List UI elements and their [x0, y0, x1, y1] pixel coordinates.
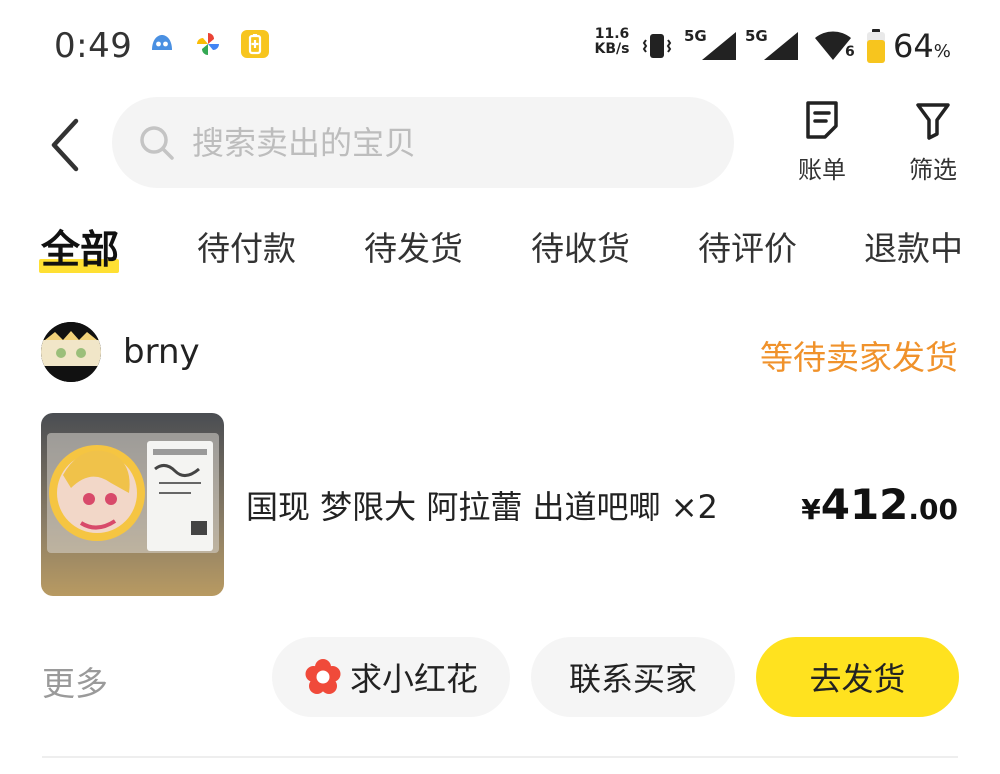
divider	[42, 756, 958, 758]
request-flower-button[interactable]: 求小红花	[272, 637, 510, 717]
tab-pending-review[interactable]: 待评价	[698, 222, 797, 270]
ship-label: 去发货	[809, 660, 906, 698]
request-flower-label: 求小红花	[349, 660, 478, 698]
price-decimal: .00	[908, 493, 958, 526]
buyer-avatar[interactable]	[41, 322, 101, 382]
battery-percent: 64%	[893, 27, 951, 65]
price-integer: 412	[820, 480, 909, 529]
battery-saver-icon	[241, 30, 269, 58]
order-status: 等待卖家发货	[760, 338, 958, 377]
back-button[interactable]	[40, 110, 90, 180]
search-input[interactable]	[190, 122, 714, 163]
more-button[interactable]: 更多	[42, 657, 108, 705]
battery-percent-value: 64	[893, 27, 934, 65]
wifi-badge: 6	[845, 44, 855, 60]
buyer-name[interactable]: brny	[123, 332, 200, 372]
product-price: ¥412.00	[801, 480, 958, 529]
chevron-left-icon	[51, 118, 79, 172]
network-speed: 11.6 KB/s	[588, 27, 636, 57]
pinwheel-icon	[197, 33, 219, 55]
vibrate-icon	[642, 34, 672, 58]
notification-bird-icon	[152, 35, 172, 50]
ship-button[interactable]: 去发货	[756, 637, 959, 717]
price-currency: ¥	[801, 493, 821, 526]
network-speed-value: 11.6	[594, 26, 630, 42]
status-time: 0:49	[54, 26, 133, 66]
filter-label: 筛选	[909, 156, 957, 184]
product-thumbnail[interactable]	[41, 413, 224, 596]
filter-button[interactable]: 筛选	[888, 98, 978, 190]
signal-icon	[702, 32, 736, 60]
tab-pending-receipt[interactable]: 待收货	[531, 222, 630, 270]
search-icon	[138, 124, 176, 162]
order-tabs: 全部 待付款 待发货 待收货 待评价 退款中	[0, 222, 1000, 282]
tab-pending-shipment[interactable]: 待发货	[364, 222, 463, 270]
tab-pending-payment[interactable]: 待付款	[197, 222, 296, 270]
tab-all[interactable]: 全部	[38, 219, 120, 275]
signal-icon	[764, 32, 798, 60]
flower-icon	[304, 658, 342, 696]
bill-icon	[806, 101, 838, 139]
product-title[interactable]: 国现 梦限大 阿拉蕾 出道吧唧 ×2	[246, 482, 718, 528]
contact-buyer-button[interactable]: 联系买家	[531, 637, 735, 717]
tab-refunding[interactable]: 退款中	[864, 222, 963, 270]
filter-icon	[916, 103, 950, 140]
battery-percent-unit: %	[933, 41, 951, 62]
contact-buyer-label: 联系买家	[568, 660, 697, 698]
battery-icon	[867, 29, 885, 63]
bill-button[interactable]: 账单	[777, 98, 867, 190]
network-speed-unit: KB/s	[594, 41, 630, 57]
search-bar[interactable]	[112, 97, 734, 188]
bill-label: 账单	[798, 156, 846, 184]
